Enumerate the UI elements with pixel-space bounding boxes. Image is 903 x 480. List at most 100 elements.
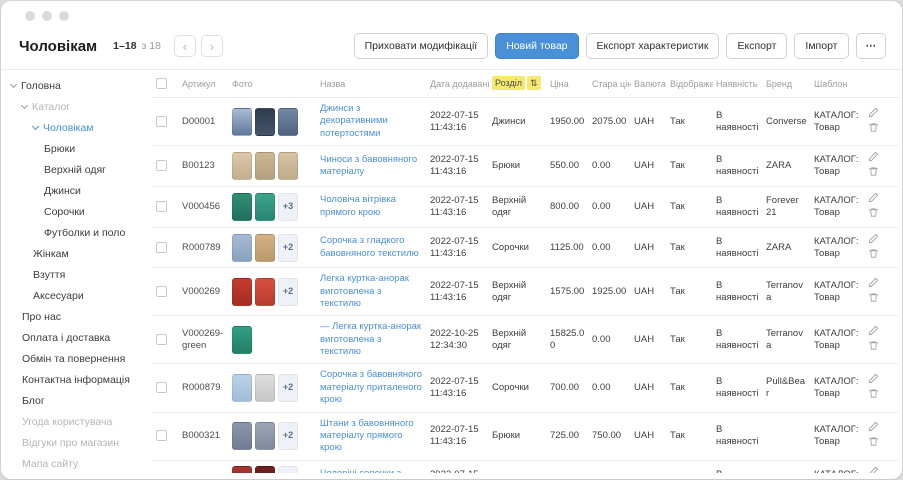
sidebar-item-uhoda-korystuvacha[interactable]: Угода користувача: [9, 412, 151, 433]
window-control-dot[interactable]: [59, 11, 69, 21]
product-name-link[interactable]: Сорочка з бавовняного матеріалу притален…: [320, 369, 424, 406]
product-photo-thumbnail[interactable]: [255, 422, 275, 450]
product-photo-thumbnail[interactable]: [255, 374, 275, 402]
product-photo-thumbnail[interactable]: [255, 193, 275, 221]
column-header-display[interactable]: Відображати: [667, 70, 713, 98]
more-photos-badge[interactable]: +2: [278, 374, 298, 402]
sidebar-item-mapa-saitu[interactable]: Мапа сайту: [9, 454, 151, 473]
new-product-button[interactable]: Новий товар: [495, 33, 578, 59]
row-checkbox[interactable]: [156, 430, 167, 441]
delete-icon[interactable]: [868, 340, 879, 355]
product-photo-thumbnail[interactable]: [232, 234, 252, 262]
sidebar-item-pro-nas[interactable]: Про нас: [9, 307, 151, 328]
delete-icon[interactable]: [868, 292, 879, 307]
column-header-price[interactable]: Ціна: [547, 70, 589, 98]
edit-icon[interactable]: [868, 192, 879, 207]
product-name-link[interactable]: Чоловічі сорочки з легкого текстилю: [320, 468, 424, 473]
delete-icon[interactable]: [868, 436, 879, 451]
sidebar-item-holovna[interactable]: Головна: [9, 76, 151, 97]
delete-icon[interactable]: [868, 248, 879, 263]
export-attributes-button[interactable]: Експорт характеристик: [586, 33, 720, 59]
product-name-link[interactable]: Джинси з декоративними потертостями: [320, 103, 424, 140]
product-photo-thumbnail[interactable]: [232, 278, 252, 306]
row-checkbox[interactable]: [156, 286, 167, 297]
product-photo-thumbnail[interactable]: [232, 422, 252, 450]
product-photo-thumbnail[interactable]: [232, 466, 252, 473]
row-checkbox[interactable]: [156, 116, 167, 127]
sidebar-item-obmin-ta-povernennia[interactable]: Обмін та повернення: [9, 349, 151, 370]
sidebar-item-bloh[interactable]: Блог: [9, 391, 151, 412]
sidebar-item-verkhnii-odiah[interactable]: Верхній одяг: [9, 160, 151, 181]
window-control-dot[interactable]: [25, 11, 35, 21]
column-header-section[interactable]: Розділ⇅: [489, 70, 547, 98]
row-checkbox[interactable]: [156, 201, 167, 212]
column-header-date[interactable]: Дата додавання: [427, 70, 489, 98]
sidebar-item-vzuttia[interactable]: Взуття: [9, 265, 151, 286]
edit-icon[interactable]: [868, 325, 879, 340]
hide-modifications-button[interactable]: Приховати модифікації: [354, 33, 489, 59]
product-photo-thumbnail[interactable]: [255, 278, 275, 306]
product-name-link[interactable]: Штани з бавовняного матеріалу прямого кр…: [320, 418, 424, 455]
edit-icon[interactable]: [868, 373, 879, 388]
more-photos-badge[interactable]: +2: [278, 234, 298, 262]
column-header-sku[interactable]: Артикул: [179, 70, 229, 98]
product-photo-thumbnail[interactable]: [232, 326, 252, 354]
sidebar-item-sorochky[interactable]: Сорочки: [9, 202, 151, 223]
product-photo-thumbnail[interactable]: [232, 193, 252, 221]
column-header-old_price[interactable]: Стара ціна: [589, 70, 631, 98]
edit-icon[interactable]: [868, 151, 879, 166]
sidebar-item-cholovikam[interactable]: Чоловікам: [9, 118, 151, 139]
product-photo-thumbnail[interactable]: [232, 108, 252, 136]
product-photo-thumbnail[interactable]: [232, 374, 252, 402]
product-name-link[interactable]: Легка куртка-анорак виготовлена з тексти…: [320, 273, 424, 310]
row-checkbox[interactable]: [156, 160, 167, 171]
row-checkbox[interactable]: [156, 242, 167, 253]
sidebar-item-zhinkam[interactable]: Жінкам: [9, 244, 151, 265]
product-name-link[interactable]: — Легка куртка-анорак виготовлена з текс…: [320, 321, 424, 358]
export-button[interactable]: Експорт: [726, 33, 787, 59]
sidebar-item-futbolky-i-polo[interactable]: Футболки и поло: [9, 223, 151, 244]
row-checkbox[interactable]: [156, 382, 167, 393]
product-name-link[interactable]: Чоловіча вітрівка прямого крою: [320, 194, 424, 219]
import-button[interactable]: Імпорт: [794, 33, 848, 59]
delete-icon[interactable]: [868, 122, 879, 137]
product-photo-thumbnail[interactable]: [255, 234, 275, 262]
select-all-checkbox[interactable]: [156, 78, 167, 89]
edit-icon[interactable]: [868, 421, 879, 436]
column-header-brand[interactable]: Бренд: [763, 70, 811, 98]
edit-icon[interactable]: [868, 277, 879, 292]
more-photos-badge[interactable]: +2: [278, 466, 298, 473]
sidebar-item-aksesuary[interactable]: Аксесуари: [9, 286, 151, 307]
more-photos-badge[interactable]: +3: [278, 193, 298, 221]
sidebar-item-kataloh[interactable]: Каталог: [9, 97, 151, 118]
sidebar-item-oplata-i-dostavka[interactable]: Оплата і доставка: [9, 328, 151, 349]
more-button[interactable]: ⋯: [856, 33, 887, 59]
product-photo-thumbnail[interactable]: [255, 466, 275, 473]
sidebar-item-kontaktna-informatsiia[interactable]: Контактна інформація: [9, 370, 151, 391]
sort-icon[interactable]: ⇅: [527, 76, 541, 90]
window-control-dot[interactable]: [42, 11, 52, 21]
sidebar-item-vidhuky-pro-mahazyn[interactable]: Відгуки про магазин: [9, 433, 151, 454]
column-header-currency[interactable]: Валюта: [631, 70, 667, 98]
next-page-button[interactable]: ›: [201, 35, 223, 57]
sidebar-item-dzhynsy[interactable]: Джинси: [9, 181, 151, 202]
edit-icon[interactable]: [868, 466, 879, 473]
delete-icon[interactable]: [868, 207, 879, 222]
product-photo-thumbnail[interactable]: [278, 152, 298, 180]
product-photo-thumbnail[interactable]: [255, 152, 275, 180]
row-checkbox[interactable]: [156, 334, 167, 345]
column-header-photo[interactable]: Фото: [229, 70, 317, 98]
product-photo-thumbnail[interactable]: [255, 108, 275, 136]
edit-icon[interactable]: [868, 233, 879, 248]
product-name-link[interactable]: Чиноси з бавовняного матеріалу: [320, 154, 424, 179]
sidebar-item-briuky[interactable]: Брюки: [9, 139, 151, 160]
edit-icon[interactable]: [868, 107, 879, 122]
product-name-link[interactable]: Сорочка з гладкого бавовняного текстилю: [320, 235, 424, 260]
more-photos-badge[interactable]: +2: [278, 422, 298, 450]
prev-page-button[interactable]: ‹: [174, 35, 196, 57]
product-photo-thumbnail[interactable]: [232, 152, 252, 180]
column-header-availability[interactable]: Наявність: [713, 70, 763, 98]
delete-icon[interactable]: [868, 388, 879, 403]
column-header-template[interactable]: Шаблон: [811, 70, 865, 98]
delete-icon[interactable]: [868, 166, 879, 181]
